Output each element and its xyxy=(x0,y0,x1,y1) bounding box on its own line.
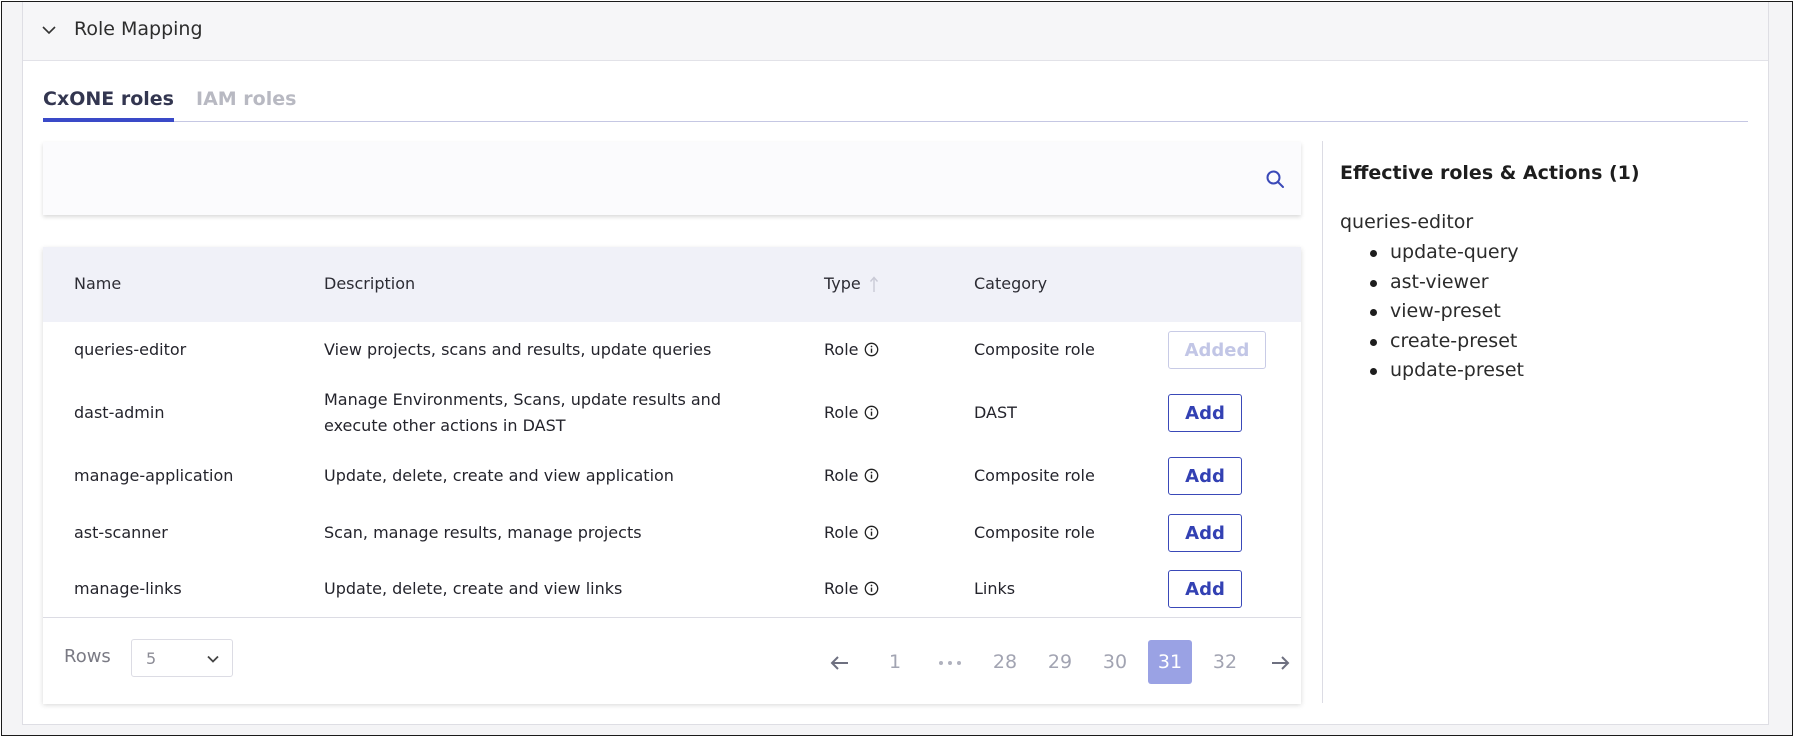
sort-ascending-icon[interactable] xyxy=(869,275,879,293)
search-icon[interactable] xyxy=(1265,169,1285,189)
table-header: Name Description Type Category xyxy=(43,247,1301,322)
role-type: Role xyxy=(824,400,879,426)
role-description: Scan, manage results, manage projects xyxy=(324,523,642,542)
role-name: manage-application xyxy=(74,466,234,485)
role-category: DAST xyxy=(974,403,1017,422)
table-footer: Rows 5 1 28 29 30 31 32 xyxy=(43,617,1301,704)
role-description: View projects, scans and results, update… xyxy=(324,340,712,359)
role-type-label: Role xyxy=(824,403,859,422)
add-button[interactable]: Add xyxy=(1168,457,1242,495)
add-button[interactable]: Add xyxy=(1168,394,1242,432)
page-32[interactable]: 32 xyxy=(1203,640,1247,684)
tab-iam-roles[interactable]: IAM roles xyxy=(196,88,296,118)
role-name: ast-scanner xyxy=(74,523,168,542)
role-description: Update, delete, create and view links xyxy=(324,579,623,598)
column-header-type[interactable]: Type xyxy=(824,274,861,293)
effective-actions-list: update-query ast-viewer view-preset crea… xyxy=(1340,238,1524,386)
role-category: Composite role xyxy=(974,523,1095,542)
page-1[interactable]: 1 xyxy=(873,640,917,684)
list-item: update-query xyxy=(1370,238,1524,268)
tab-cxone-roles[interactable]: CxONE roles xyxy=(43,88,174,122)
role-tabs: CxONE roles IAM roles xyxy=(43,82,1748,122)
column-header-category[interactable]: Category xyxy=(974,274,1047,293)
role-type: Role xyxy=(824,337,879,363)
table-row: ast-scanner Scan, manage results, manage… xyxy=(43,505,1301,563)
window-frame: Role Mapping CxONE roles IAM roles Name … xyxy=(1,1,1793,736)
search-bar xyxy=(43,142,1301,215)
table-row: manage-application Update, delete, creat… xyxy=(43,448,1301,506)
panel-divider xyxy=(1322,141,1323,703)
prev-page-button[interactable] xyxy=(818,640,862,684)
chevron-down-icon xyxy=(42,26,56,35)
list-item: view-preset xyxy=(1370,297,1524,327)
roles-table: Name Description Type Category queries-e… xyxy=(43,247,1301,704)
info-icon[interactable] xyxy=(864,468,879,483)
add-button[interactable]: Add xyxy=(1168,570,1242,608)
table-row: queries-editor View projects, scans and … xyxy=(43,322,1301,380)
role-type: Role xyxy=(824,576,879,602)
role-description: Update, delete, create and view applicat… xyxy=(324,466,674,485)
info-icon[interactable] xyxy=(864,405,879,420)
role-mapping-panel: Role Mapping CxONE roles IAM roles Name … xyxy=(22,2,1769,725)
list-item: update-preset xyxy=(1370,356,1524,386)
page-29[interactable]: 29 xyxy=(1038,640,1082,684)
rows-per-page-value: 5 xyxy=(146,649,157,668)
pagination-ellipsis xyxy=(928,640,972,684)
info-icon[interactable] xyxy=(864,525,879,540)
accordion-header[interactable]: Role Mapping xyxy=(23,2,1768,61)
column-header-name[interactable]: Name xyxy=(74,274,121,293)
list-item: create-preset xyxy=(1370,327,1524,357)
role-type-label: Role xyxy=(824,579,859,598)
page-28[interactable]: 28 xyxy=(983,640,1027,684)
rows-label: Rows xyxy=(64,646,111,667)
role-category: Composite role xyxy=(974,466,1095,485)
role-type-label: Role xyxy=(824,466,859,485)
next-page-button[interactable] xyxy=(1258,640,1302,684)
role-name: manage-links xyxy=(74,579,182,598)
added-button: Added xyxy=(1168,331,1266,369)
role-description-line1: Manage Environments, Scans, update resul… xyxy=(324,390,721,409)
effective-roles-title: Effective roles & Actions (1) xyxy=(1340,162,1640,184)
page-30[interactable]: 30 xyxy=(1093,640,1137,684)
role-type: Role xyxy=(824,520,879,546)
role-name: dast-admin xyxy=(74,403,165,422)
role-type-label: Role xyxy=(824,523,859,542)
section-title: Role Mapping xyxy=(74,18,203,40)
search-input[interactable] xyxy=(43,142,1243,215)
role-name: queries-editor xyxy=(74,340,187,359)
table-row: dast-admin Manage Environments, Scans, u… xyxy=(43,379,1301,449)
info-icon[interactable] xyxy=(864,581,879,596)
effective-role-name: queries-editor xyxy=(1340,211,1474,233)
list-item: ast-viewer xyxy=(1370,268,1524,298)
rows-per-page-select[interactable]: 5 xyxy=(131,639,233,677)
arrow-right-icon xyxy=(1272,655,1290,670)
role-category: Links xyxy=(974,579,1016,598)
page-31[interactable]: 31 xyxy=(1148,640,1192,684)
role-type: Role xyxy=(824,463,879,489)
arrow-left-icon xyxy=(830,655,848,670)
ellipsis-icon xyxy=(939,660,961,665)
role-category: Composite role xyxy=(974,340,1095,359)
chevron-down-icon xyxy=(207,655,219,663)
role-description-line2: execute other actions in DAST xyxy=(324,416,566,435)
table-row: manage-links Update, delete, create and … xyxy=(43,562,1301,617)
add-button[interactable]: Add xyxy=(1168,514,1242,552)
role-type-label: Role xyxy=(824,340,859,359)
info-icon[interactable] xyxy=(864,342,879,357)
column-header-description[interactable]: Description xyxy=(324,274,415,293)
